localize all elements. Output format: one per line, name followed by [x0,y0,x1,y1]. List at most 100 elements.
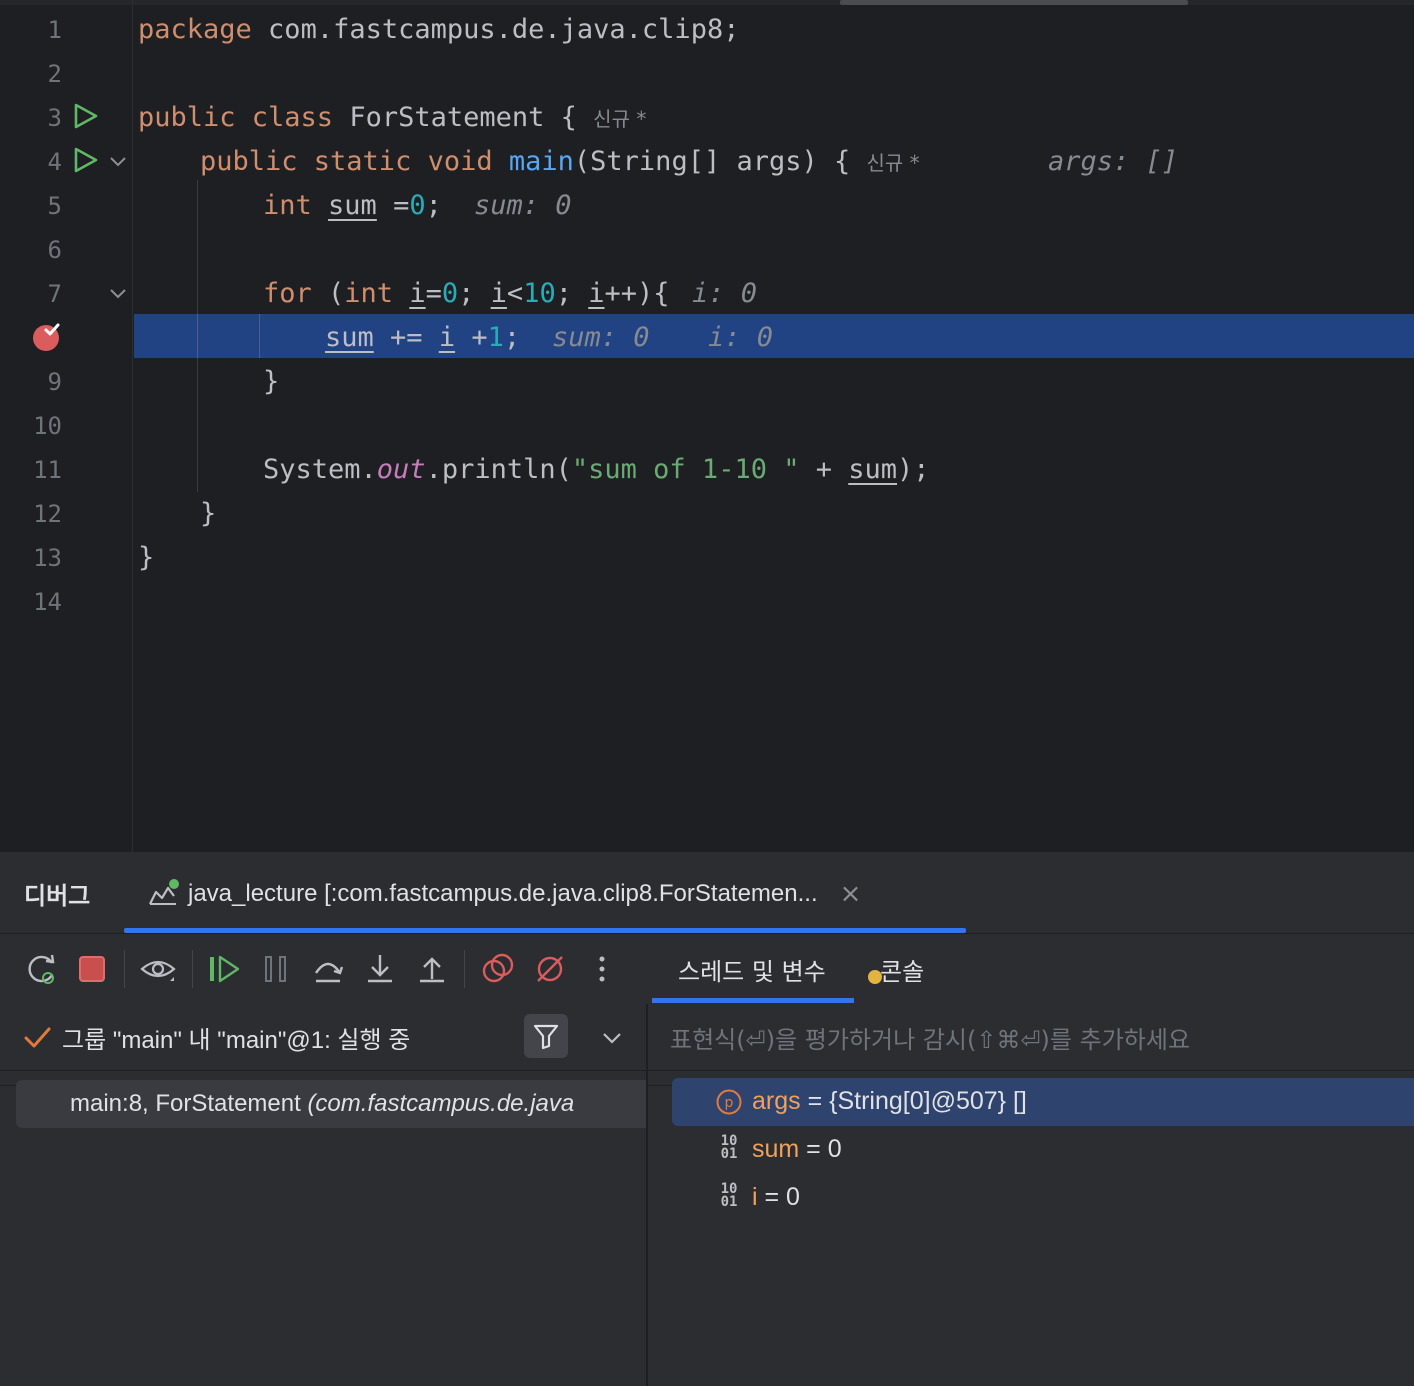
line-number: 4 [47,148,62,176]
check-icon [24,1027,51,1048]
scrollbar-thumb[interactable] [840,0,1188,5]
variable-value: = {String[0]@507} [] [800,1087,1027,1115]
line-number: 11 [33,456,62,484]
variable-row-i[interactable]: 10 01 i = 0 [672,1174,1414,1222]
thread-selector[interactable]: 그룹 "main" 내 "main"@1: 실행 중 [0,1004,646,1070]
code-text: ++){ [604,278,670,309]
breakpoint-icon[interactable] [32,322,62,352]
view-breakpoints-icon[interactable] [140,951,176,987]
operator: + [455,322,488,353]
code-line-9[interactable]: } [263,360,279,404]
variable-text: sum = 0 [752,1135,842,1164]
line-number: 9 [47,368,62,396]
thread-status-label: 그룹 "main" 내 "main"@1: 실행 중 [62,1027,411,1054]
inline-value-hint: args: [] [1048,146,1179,177]
operator: + [799,454,849,485]
debug-session-label: java_lecture [:com.fastcampus.de.java.cl… [188,880,818,907]
code-line-1[interactable]: package com.fastcampus.de.java.clip8; [138,8,739,52]
svg-text:p: p [725,1095,734,1111]
operator: = [376,190,410,221]
tab-threads-and-variables[interactable]: 스레드 및 변수 [678,952,826,987]
variable-text: args = {String[0]@507} [] [752,1087,1027,1116]
line-number: 14 [33,588,62,616]
variable: sum [848,454,898,485]
variable: i [409,278,426,309]
step-over-icon[interactable] [310,951,346,987]
code-line-4[interactable]: public static void main(String[] args) {… [200,140,920,184]
code-line-5[interactable]: int sum =0; [263,184,442,228]
code-line-8[interactable]: sum += i +1; [325,316,520,360]
divider [0,1070,646,1071]
horizontal-scrollbar[interactable] [0,0,1414,5]
close-icon[interactable]: × [840,879,862,909]
variable-name: sum [752,1135,800,1163]
debug-title: 디버그 [24,882,91,910]
step-out-icon[interactable] [414,951,450,987]
chevron-down-icon[interactable] [600,1026,624,1050]
debug-session-icon [149,879,179,905]
variable: sum [325,322,374,353]
variable-value: = 0 [799,1135,842,1163]
code-line-11[interactable]: System.out.println("sum of 1-10 " + sum)… [263,448,930,492]
variable-row-args[interactable]: p args = {String[0]@507} [] [672,1078,1414,1126]
divider [124,950,125,988]
variable: sum [328,190,377,221]
stop-icon[interactable] [74,951,110,987]
rerun-icon[interactable] [24,951,60,987]
mute-breakpoints-icon[interactable] [532,951,568,987]
tab-console[interactable]: 콘솔 [880,952,924,987]
fold-chevron-icon[interactable] [108,151,128,171]
resume-icon[interactable] [206,951,242,987]
inline-value-hint: i: 0 [692,278,758,309]
frames-panel: 그룹 "main" 내 "main"@1: 실행 중 main:8, ForSt… [0,1004,646,1386]
code-text: ); [897,454,930,485]
number-literal: 1 [487,322,504,353]
variable-text: i = 0 [752,1183,800,1212]
debug-tabbar: 디버그 java_lecture [:com.fastcampus.de.jav… [0,852,1414,934]
code-text: ForStatement { [333,102,594,133]
debug-toolbar: 스레드 및 변수 콘솔 [0,934,1414,1086]
run-main-icon[interactable] [72,146,100,174]
string-literal: "sum of 1-10 " [571,454,800,485]
filter-button[interactable] [524,1014,568,1058]
variable-name: args [752,1087,801,1115]
inline-value-hint: sum: 0 [474,190,572,221]
code-editor[interactable]: 1 2 3 4 5 6 7 9 10 11 12 13 14 package c… [0,0,1414,852]
number-literal: 0 [441,278,459,309]
parameter-icon: p [716,1089,742,1115]
operator: = [425,278,442,309]
variable-row-sum[interactable]: 10 01 sum = 0 [672,1126,1414,1174]
run-class-icon[interactable] [72,102,100,130]
keyword: public static void [200,146,493,177]
keyword: int [344,278,394,309]
code-line-3[interactable]: public class ForStatement { 신규 * [138,96,646,140]
line-number: 2 [47,60,62,88]
evaluate-expression-input[interactable]: 표현식(⏎)을 평가하거나 감시(⇧⌘⏎)를 추가하세요 [670,1020,1190,1055]
view-all-breakpoints-icon[interactable] [480,951,516,987]
code-text: ; [458,278,491,309]
code-text: ; [555,278,589,309]
divider [648,1070,1414,1071]
divider [464,950,465,988]
code-text: com.fastcampus.de.java.clip8; [251,14,740,45]
code-line-13[interactable]: } [138,536,154,580]
code-text: (String[] args) { [573,146,867,177]
pause-icon[interactable] [258,951,294,987]
debug-session-tab[interactable]: java_lecture [:com.fastcampus.de.java.cl… [146,870,861,918]
code-line-12[interactable]: } [200,492,216,536]
stack-frame-item[interactable]: main:8, ForStatement (com.fastcampus.de.… [16,1080,646,1128]
new-badge: 신규 * [593,107,647,131]
number-literal: 10 [523,278,556,309]
step-into-icon[interactable] [362,951,398,987]
variable: i [588,278,605,309]
variable: i [438,322,456,353]
debug-panel: 디버그 java_lecture [:com.fastcampus.de.jav… [0,852,1414,1386]
fold-chevron-icon[interactable] [108,283,128,303]
code-line-7[interactable]: for (int i=0; i<10; i++){ [263,272,670,316]
method-name: main [508,146,574,177]
line-number: 1 [47,16,62,44]
more-options-icon[interactable] [584,951,620,987]
code-text: ( [311,278,345,309]
primitive-icon: 10 01 [716,1134,742,1162]
binary-glyph-bottom: 01 [720,1146,738,1162]
